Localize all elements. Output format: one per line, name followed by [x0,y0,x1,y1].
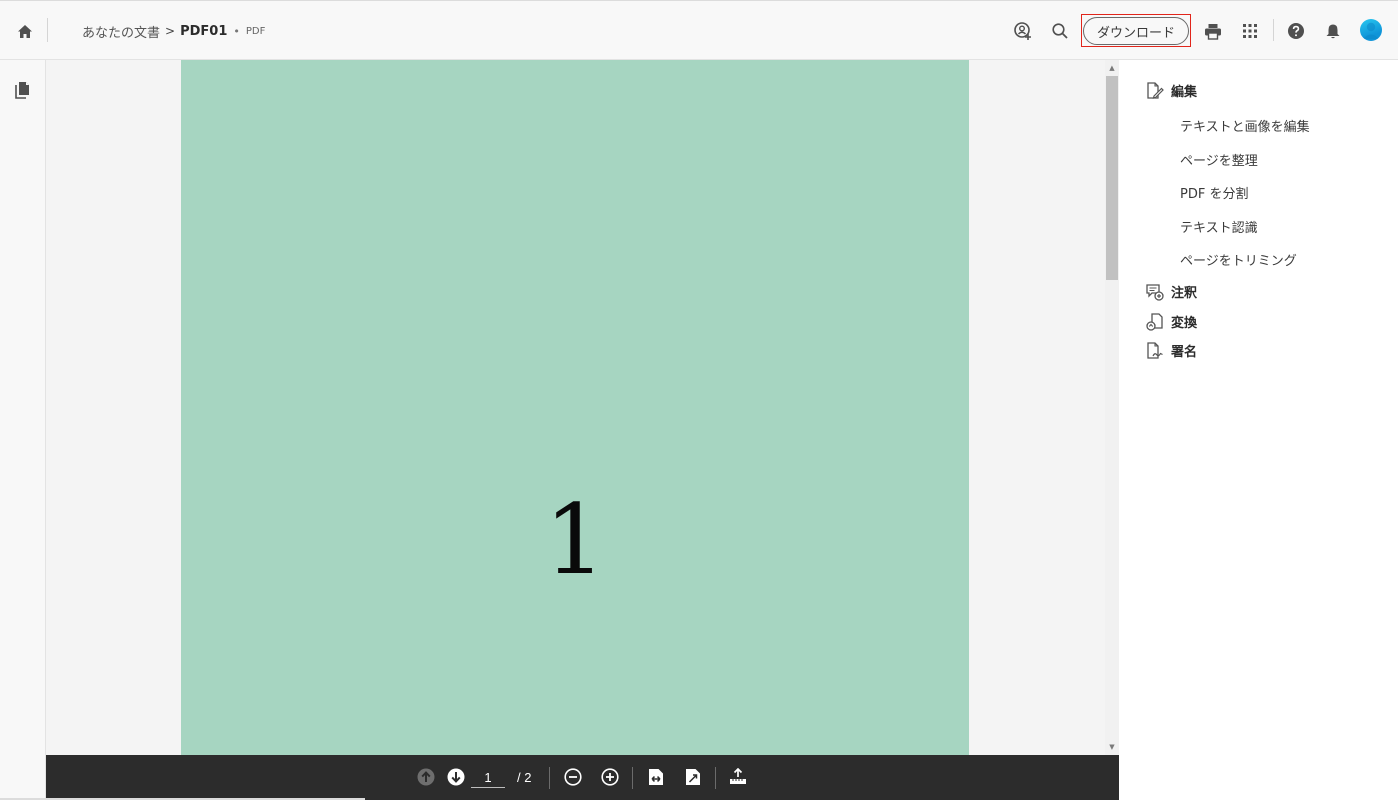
tool-ocr[interactable]: テキスト認識 [1180,217,1258,236]
arrow-down-circle-icon [447,768,465,786]
tool-group-comment-label: 注釈 [1171,286,1198,301]
pages-icon [15,82,29,99]
next-page-button[interactable] [446,767,466,787]
home-icon [18,24,32,38]
tool-edit-text-images[interactable]: テキストと画像を編集 [1180,116,1310,135]
home-button[interactable] [14,20,36,42]
fit-width-button[interactable] [646,767,666,787]
search-icon [1052,23,1068,39]
page-number-input[interactable] [471,768,505,788]
page-content-text: 1 [544,484,606,596]
divider [47,18,48,42]
pages-panel-button[interactable] [13,81,31,103]
page-total-label: / 2 [517,770,532,785]
bottom-toolbar: / 2 [46,755,1119,800]
help-button[interactable] [1284,19,1308,43]
arrow-up-circle-icon [417,768,435,786]
breadcrumb-dot: • [233,24,240,38]
previous-page-button[interactable] [416,767,436,787]
zoom-in-icon [601,768,619,786]
scroll-thumb[interactable] [1106,76,1118,280]
zoom-out-icon [564,768,582,786]
app-window: あなたの文書 > PDF01 • PDF ダウンロード 1 ▲ ▼ 1 / 2 … [0,0,1398,800]
notifications-button[interactable] [1321,19,1345,43]
help-icon [1288,23,1304,39]
tool-group-convert[interactable]: 変換 [1146,312,1197,331]
upload-ruler-icon [730,768,746,784]
tool-group-edit-label: 編集 [1171,85,1198,100]
tool-group-sign-label: 署名 [1171,345,1198,360]
print-button[interactable] [1201,19,1225,43]
apps-grid-icon [1243,24,1257,38]
tool-group-sign[interactable]: 署名 [1146,341,1197,360]
tool-group-comment[interactable]: 注釈 [1146,282,1197,301]
document-viewer[interactable]: 1 [46,60,1119,755]
scroll-down-arrow-icon[interactable]: ▼ [1105,740,1119,754]
document-type: PDF [245,25,266,37]
divider [715,767,716,789]
breadcrumb-root-link[interactable]: あなたの文書 [82,22,160,41]
avatar[interactable] [1360,19,1382,41]
zoom-in-button[interactable] [600,767,620,787]
divider [549,767,550,789]
pdf-page: 1 [181,60,969,755]
tools-panel: 編集 テキストと画像を編集 ページを整理 PDF を分割 テキスト認識 ページを… [1119,60,1398,800]
printer-icon [1205,23,1221,40]
search-button[interactable] [1048,19,1072,43]
convert-icon [1146,312,1164,331]
tool-crop-pages[interactable]: ページをトリミング [1180,250,1297,269]
bell-icon [1326,24,1340,38]
divider [1273,19,1274,41]
breadcrumb: あなたの文書 > PDF01 • PDF [82,22,266,41]
vertical-scrollbar[interactable]: ▲ ▼ [1105,60,1119,755]
share-button[interactable] [1011,19,1035,43]
apps-button[interactable] [1238,19,1262,43]
share-user-icon [1014,22,1031,40]
left-rail [0,60,46,800]
tool-group-convert-label: 変換 [1171,316,1198,331]
edit-pdf-icon [1146,81,1164,100]
fit-page-icon [686,769,700,785]
breadcrumb-chevron-icon: > [165,24,176,38]
sign-icon [1146,341,1164,360]
top-bar: あなたの文書 > PDF01 • PDF ダウンロード [0,0,1398,60]
divider [632,767,633,789]
download-button[interactable]: ダウンロード [1083,17,1189,45]
tool-group-edit[interactable]: 編集 [1146,81,1197,100]
comment-icon [1146,283,1164,301]
tool-organize-pages[interactable]: ページを整理 [1180,150,1258,169]
avatar-icon [1363,22,1379,39]
tool-split-pdf[interactable]: PDF を分割 [1180,183,1248,202]
scroll-up-arrow-icon[interactable]: ▲ [1105,61,1119,75]
zoom-out-button[interactable] [563,767,583,787]
fit-width-icon [649,769,663,785]
rotate-export-button[interactable] [728,767,748,787]
fit-page-button[interactable] [683,767,703,787]
document-name: PDF01 [180,23,228,39]
